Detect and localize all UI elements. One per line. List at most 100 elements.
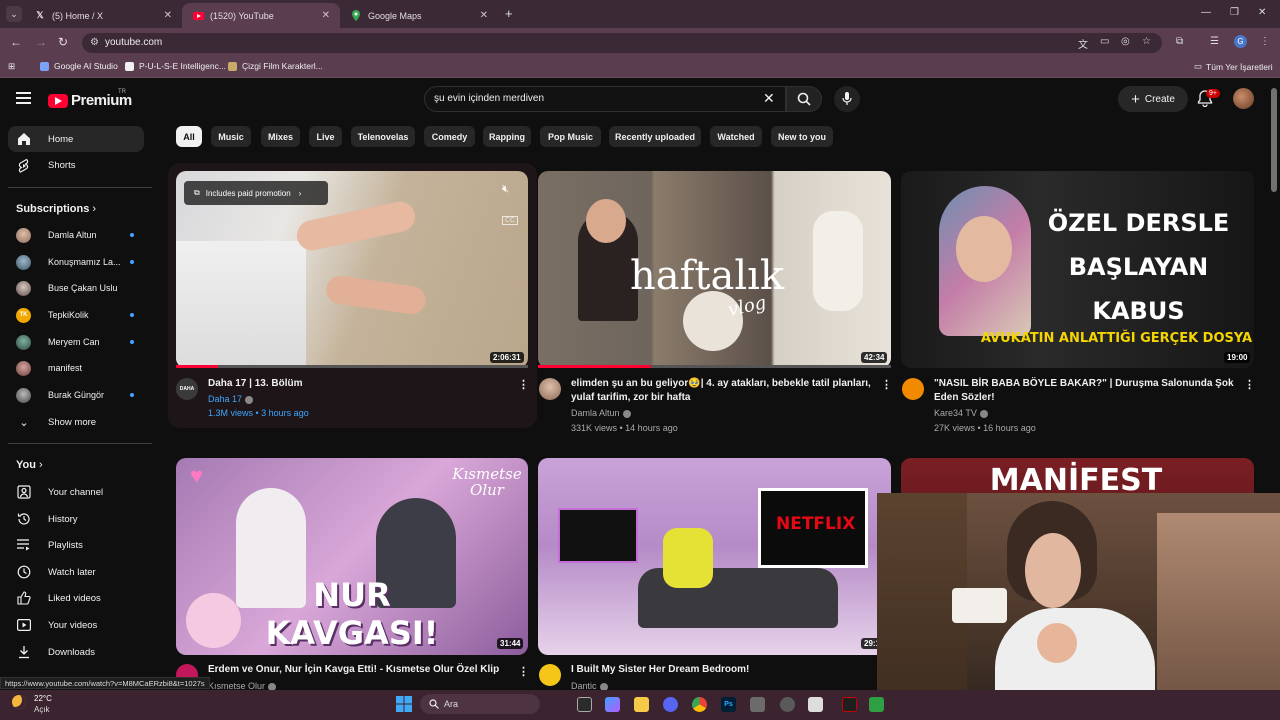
chrome-icon[interactable] xyxy=(692,697,707,712)
voice-search-button[interactable] xyxy=(834,86,860,112)
video-thumbnail[interactable]: NETFLIX xyxy=(538,458,891,655)
chip-new-to-you[interactable]: New to you xyxy=(771,126,833,147)
video-title[interactable]: I Built My Sister Her Dream Bedroom! xyxy=(571,663,871,677)
video-title[interactable]: Erdem ve Onur, Nur İçin Kavga Etti! - Kı… xyxy=(208,663,513,677)
copilot-icon[interactable] xyxy=(605,697,620,712)
more-actions-icon[interactable]: ⋮ xyxy=(881,378,892,391)
chip-telenovelas[interactable]: Telenovelas xyxy=(351,126,415,147)
all-bookmarks[interactable]: ▭ Tüm Yer İşaretleri xyxy=(1194,61,1273,72)
bookmark-pulse[interactable]: P-U-L-S-E Intelligenc... xyxy=(125,61,226,71)
sidebar-sub-tepkikolik[interactable]: TK TepkiKolik xyxy=(8,303,144,327)
channel-avatar[interactable] xyxy=(902,378,924,400)
close-tab-icon[interactable]: ✕ xyxy=(164,10,172,21)
chip-live[interactable]: Live xyxy=(309,126,342,147)
reload-icon[interactable]: ↻ xyxy=(58,35,68,49)
create-button[interactable]: + Create xyxy=(1118,86,1188,112)
more-actions-icon[interactable]: ⋮ xyxy=(1244,378,1255,391)
translate-icon[interactable]: 文 xyxy=(1078,36,1088,51)
channel-avatar[interactable] xyxy=(539,664,561,686)
search-button[interactable] xyxy=(786,86,822,112)
site-info-icon[interactable]: ⚙ xyxy=(90,37,99,48)
tab-youtube[interactable]: (1520) YouTube ✕ xyxy=(182,3,340,28)
subscriptions-heading[interactable]: Subscriptions › xyxy=(16,203,96,215)
sidebar-sub-burak-gungor[interactable]: Burak Güngör xyxy=(8,383,144,407)
minimize-icon[interactable]: — xyxy=(1201,7,1211,18)
close-tab-icon[interactable]: ✕ xyxy=(480,10,488,21)
maximize-icon[interactable]: ❐ xyxy=(1230,7,1239,18)
close-window-icon[interactable]: ✕ xyxy=(1258,7,1266,18)
close-tab-icon[interactable]: ✕ xyxy=(322,10,330,21)
apps-grid-icon[interactable]: ⊞ xyxy=(8,61,15,72)
video-thumbnail[interactable]: haftalık vlog xyxy=(538,171,891,368)
address-bar[interactable] xyxy=(82,33,1162,53)
forward-arrow-icon[interactable]: → xyxy=(35,35,47,49)
sidebar-sub-damla-altun[interactable]: Damla Altun xyxy=(8,223,144,247)
sidebar-item-liked-videos[interactable]: Liked videos xyxy=(8,585,144,611)
video-thumbnail[interactable]: ⧉ Includes paid promotion › 🔇︎ CC xyxy=(176,171,528,368)
sidebar-item-your-channel[interactable]: Your channel xyxy=(8,479,144,505)
url-text[interactable]: youtube.com xyxy=(105,37,162,48)
tab-x-home[interactable]: 𝕏 (5) Home / X ✕ xyxy=(24,3,182,28)
settings-gear-icon[interactable] xyxy=(780,697,795,712)
search-query[interactable]: şu evin içinden merdiven xyxy=(434,93,544,104)
extensions-icon[interactable]: ⧉ xyxy=(1176,36,1183,47)
paid-promotion-badge[interactable]: ⧉ Includes paid promotion › xyxy=(184,181,328,205)
tab-search-icon[interactable]: ⌄ xyxy=(6,6,22,22)
sidebar-item-watch-later[interactable]: Watch later xyxy=(8,559,144,585)
channel-avatar[interactable]: DAHA xyxy=(176,378,198,400)
more-vert-icon[interactable]: ⋮ xyxy=(1260,36,1270,47)
bookmark-google-ai-studio[interactable]: Google AI Studio xyxy=(40,61,118,71)
channel-name[interactable]: Daha 17 xyxy=(208,392,254,406)
sidebar-sub-buse-cakan[interactable]: Buse Çakan Uslu xyxy=(8,276,144,300)
file-explorer-icon[interactable] xyxy=(634,697,649,712)
chip-rapping[interactable]: Rapping xyxy=(483,126,531,147)
account-avatar[interactable] xyxy=(1233,88,1254,109)
chip-music[interactable]: Music xyxy=(211,126,251,147)
chip-comedy[interactable]: Comedy xyxy=(424,126,475,147)
chip-all[interactable]: All xyxy=(176,126,202,147)
sidebar-item-home[interactable]: Home xyxy=(8,126,144,152)
channel-name[interactable]: Kare34 TV xyxy=(934,406,988,420)
sidebar-item-shorts[interactable]: Shorts xyxy=(8,152,144,178)
taskbar-search[interactable]: Ara xyxy=(420,694,540,714)
you-heading[interactable]: You › xyxy=(16,459,43,471)
back-arrow-icon[interactable]: ← xyxy=(10,35,22,49)
sidebar-item-playlists[interactable]: Playlists xyxy=(8,532,144,558)
channel-name[interactable]: Damla Altun xyxy=(571,406,631,420)
obs-icon[interactable] xyxy=(842,697,857,712)
video-title[interactable]: "NASIL BİR BABA BÖYLE BAKAR?" | Duruşma … xyxy=(934,377,1239,405)
reading-list-icon[interactable]: ☰ xyxy=(1210,36,1219,47)
app-icon[interactable] xyxy=(869,697,884,712)
sidebar-sub-meryem-can[interactable]: Meryem Can xyxy=(8,330,144,354)
clear-search-icon[interactable]: ✕ xyxy=(763,90,775,107)
sidebar-item-your-videos[interactable]: Your videos xyxy=(8,612,144,638)
chip-watched[interactable]: Watched xyxy=(710,126,762,147)
weather-temperature[interactable]: 22°C xyxy=(34,694,52,703)
photoshop-icon[interactable]: Ps xyxy=(721,697,736,712)
cast-icon[interactable]: ▭ xyxy=(1100,36,1109,47)
youtube-premium-logo[interactable]: Premium TR xyxy=(48,89,132,109)
bookmark-star-icon[interactable]: ☆ xyxy=(1142,36,1151,47)
mute-icon[interactable]: 🔇︎ xyxy=(502,183,509,196)
more-actions-icon[interactable]: ⋮ xyxy=(518,665,529,678)
discord-icon[interactable] xyxy=(663,697,678,712)
video-title[interactable]: elimden şu an bu geliyor🥹| 4. ay ataklar… xyxy=(571,377,873,405)
profile-avatar[interactable]: G xyxy=(1234,35,1247,48)
video-title[interactable]: Daha 17 | 13. Bölüm xyxy=(208,377,503,391)
sidebar-sub-manifest[interactable]: manifest xyxy=(8,356,144,380)
chip-recently-uploaded[interactable]: Recently uploaded xyxy=(609,126,701,147)
more-actions-icon[interactable]: ⋮ xyxy=(518,378,529,391)
captions-icon[interactable]: CC xyxy=(502,216,519,225)
video-thumbnail[interactable]: ÖZEL DERSLE BAŞLAYAN KABUS AVUKATIN ANLA… xyxy=(901,171,1254,368)
show-more-button[interactable]: ⌄ Show more xyxy=(8,409,144,435)
sidebar-item-history[interactable]: History xyxy=(8,506,144,532)
chip-mixes[interactable]: Mixes xyxy=(261,126,300,147)
tab-google-maps[interactable]: Google Maps ✕ xyxy=(340,3,498,28)
bookmark-cizgi-film[interactable]: Çizgi Film Karakterl... xyxy=(228,61,323,71)
windows-start-icon[interactable] xyxy=(396,696,412,717)
sidebar-item-downloads[interactable]: Downloads xyxy=(8,639,144,665)
printer-icon[interactable] xyxy=(750,697,765,712)
new-tab-plus-icon[interactable]: + xyxy=(505,6,513,21)
video-thumbnail[interactable]: ♥ Kısmetse Olur NUR KAVGASI! xyxy=(176,458,528,655)
menu-hamburger-icon[interactable] xyxy=(16,92,31,104)
